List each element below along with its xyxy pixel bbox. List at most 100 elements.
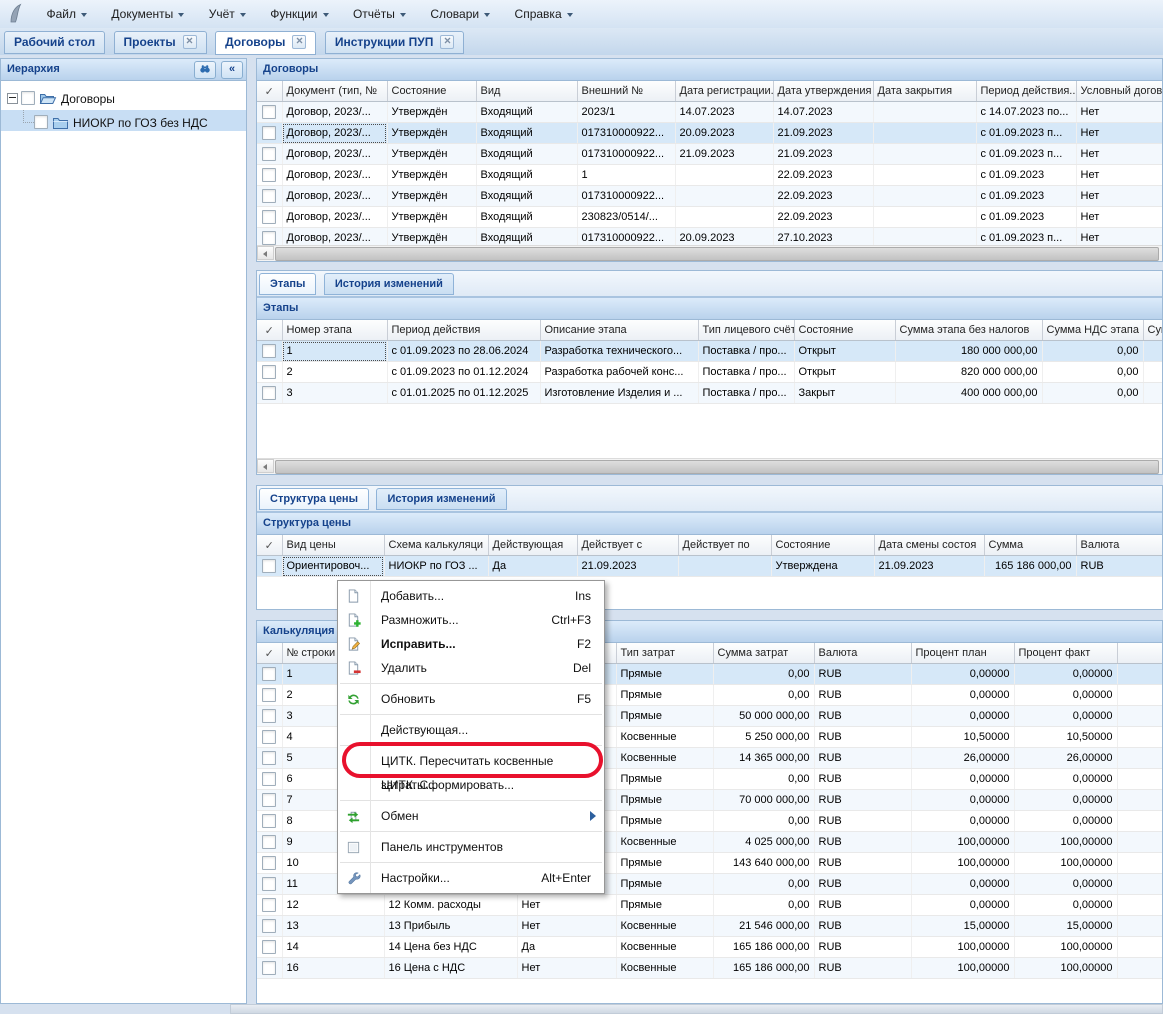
column-header[interactable]: Сумма затрат — [713, 643, 814, 664]
select-all-header[interactable]: ✓ — [257, 535, 282, 556]
tab-price-structure[interactable]: Структура цены — [259, 488, 369, 510]
row-checkbox[interactable] — [262, 814, 276, 828]
context-menu-item-duplicate[interactable]: Размножить...Ctrl+F3 — [338, 608, 604, 632]
column-header[interactable]: Номер этапа — [282, 320, 387, 341]
row-checkbox[interactable] — [262, 344, 276, 358]
search-button[interactable] — [194, 61, 216, 79]
table-row[interactable]: 2с 01.09.2023 по 01.12.2024Разработка ра… — [257, 362, 1162, 383]
row-checkbox[interactable] — [262, 189, 276, 203]
menu-documents[interactable]: Документы — [101, 0, 194, 28]
row-checkbox[interactable] — [262, 772, 276, 786]
select-all-header[interactable]: ✓ — [257, 81, 282, 102]
close-icon[interactable] — [292, 35, 306, 49]
row-checkbox[interactable] — [262, 210, 276, 224]
menu-functions[interactable]: Функции — [260, 0, 338, 28]
row-checkbox[interactable] — [262, 730, 276, 744]
menu-accounting[interactable]: Учёт — [199, 0, 256, 28]
column-header[interactable]: Состояние — [771, 535, 874, 556]
table-row[interactable]: Договор, 2023/...УтверждёнВходящий230823… — [257, 207, 1162, 228]
row-checkbox[interactable] — [262, 877, 276, 891]
menu-file[interactable]: Файл — [36, 0, 97, 28]
column-header[interactable]: Тип затрат — [616, 643, 713, 664]
row-checkbox[interactable] — [262, 147, 276, 161]
column-header[interactable]: Тип лицевого счёт — [698, 320, 794, 341]
column-header[interactable]: Период действия — [387, 320, 540, 341]
column-header[interactable]: Документ (тип, № — [282, 81, 387, 102]
context-menu-item-toolbar-toggle[interactable]: Панель инструментов — [338, 835, 604, 859]
tab-stages[interactable]: Этапы — [259, 273, 316, 295]
column-header[interactable]: Дата смены состоя — [874, 535, 984, 556]
tab-projects[interactable]: Проекты — [114, 31, 207, 54]
row-checkbox[interactable] — [262, 709, 276, 723]
context-menu-item-add[interactable]: Добавить...Ins — [338, 584, 604, 608]
column-header[interactable]: Процент факт — [1014, 643, 1117, 664]
column-header[interactable]: Дата утверждения — [773, 81, 873, 102]
column-header[interactable]: Процент план — [911, 643, 1014, 664]
row-checkbox[interactable] — [262, 835, 276, 849]
scrollbar-thumb[interactable] — [275, 460, 1159, 474]
bottom-scrollbar[interactable] — [230, 1004, 1163, 1014]
menu-reports[interactable]: Отчёты — [343, 0, 416, 28]
close-icon[interactable] — [440, 35, 454, 49]
tab-pup-instructions[interactable]: Инструкции ПУП — [325, 31, 464, 54]
column-header[interactable]: Схема калькуляци — [384, 535, 488, 556]
row-checkbox[interactable] — [262, 688, 276, 702]
column-header[interactable]: Валюта — [814, 643, 911, 664]
select-all-header[interactable]: ✓ — [257, 643, 282, 664]
table-row[interactable]: 3с 01.01.2025 по 01.12.2025Изготовление … — [257, 383, 1162, 404]
context-menu-item-citk-generate[interactable]: ЦИТК. Сформировать... — [338, 773, 604, 797]
context-menu-item-edit[interactable]: Исправить...F2 — [338, 632, 604, 656]
row-checkbox[interactable] — [262, 365, 276, 379]
column-header[interactable]: Дата закрытия — [873, 81, 976, 102]
tree-node-contracts[interactable]: Договоры — [1, 89, 246, 110]
column-header[interactable]: Условный догов — [1076, 81, 1162, 102]
close-icon[interactable] — [183, 35, 197, 49]
row-checkbox[interactable] — [262, 940, 276, 954]
tab-change-history[interactable]: История изменений — [376, 488, 506, 510]
context-menu-item-delete[interactable]: УдалитьDel — [338, 656, 604, 680]
node-checkbox[interactable] — [21, 91, 35, 105]
table-row[interactable]: Договор, 2023/...УтверждёнВходящий017310… — [257, 123, 1162, 144]
row-checkbox[interactable] — [262, 168, 276, 182]
table-row[interactable]: 1313 ПрибыльНетКосвенные21 546 000,00RUB… — [257, 916, 1162, 937]
column-header[interactable]: Сумма — [984, 535, 1076, 556]
context-menu-item-current[interactable]: Действующая... — [338, 718, 604, 742]
table-row[interactable]: Договор, 2023/...УтверждёнВходящий2023/1… — [257, 102, 1162, 123]
context-menu-item-exchange[interactable]: Обмен — [338, 804, 604, 828]
h-scrollbar[interactable] — [257, 245, 1162, 261]
column-header[interactable]: Валюта — [1076, 535, 1162, 556]
collapse-expander-icon[interactable] — [7, 93, 18, 104]
row-checkbox[interactable] — [262, 856, 276, 870]
row-checkbox[interactable] — [262, 898, 276, 912]
row-checkbox[interactable] — [262, 126, 276, 140]
table-row[interactable]: 1414 Цена без НДСДаКосвенные165 186 000,… — [257, 937, 1162, 958]
column-header[interactable]: Действует по — [678, 535, 771, 556]
column-header[interactable]: Действует с — [577, 535, 678, 556]
tab-contracts[interactable]: Договоры — [215, 31, 316, 55]
select-all-header[interactable]: ✓ — [257, 320, 282, 341]
scrollbar-thumb[interactable] — [275, 247, 1159, 261]
collapse-panel-button[interactable]: « — [221, 61, 243, 79]
scroll-left-arrow[interactable] — [257, 246, 274, 260]
row-checkbox[interactable] — [262, 105, 276, 119]
column-header[interactable]: Действующая — [488, 535, 577, 556]
table-row[interactable]: Договор, 2023/...УтверждёнВходящий017310… — [257, 186, 1162, 207]
menu-dictionaries[interactable]: Словари — [420, 0, 500, 28]
context-menu-item-citk-recalculate-indirect-costs[interactable]: ЦИТК. Пересчитать косвенные затраты... — [338, 749, 604, 773]
row-checkbox[interactable] — [262, 961, 276, 975]
table-row[interactable]: 1с 01.09.2023 по 28.06.2024Разработка те… — [257, 341, 1162, 362]
column-header[interactable] — [1117, 643, 1162, 664]
row-checkbox[interactable] — [262, 231, 276, 245]
context-menu-item-refresh[interactable]: ОбновитьF5 — [338, 687, 604, 711]
table-row[interactable]: Ориентировоч...НИОКР по ГОЗ ...Да21.09.2… — [257, 556, 1162, 577]
tab-desktop[interactable]: Рабочий стол — [4, 31, 105, 54]
column-header[interactable]: Состояние — [387, 81, 476, 102]
scroll-left-arrow[interactable] — [257, 459, 274, 473]
column-header[interactable]: Сумма НДС этапа — [1042, 320, 1143, 341]
row-checkbox[interactable] — [262, 559, 276, 573]
table-row[interactable]: Договор, 2023/...УтверждёнВходящий122.09… — [257, 165, 1162, 186]
column-header[interactable]: Период действия.. — [976, 81, 1076, 102]
column-header[interactable]: Дата регистрации. — [675, 81, 773, 102]
context-menu-item-settings[interactable]: Настройки...Alt+Enter — [338, 866, 604, 890]
column-header[interactable]: Внешний № — [577, 81, 675, 102]
